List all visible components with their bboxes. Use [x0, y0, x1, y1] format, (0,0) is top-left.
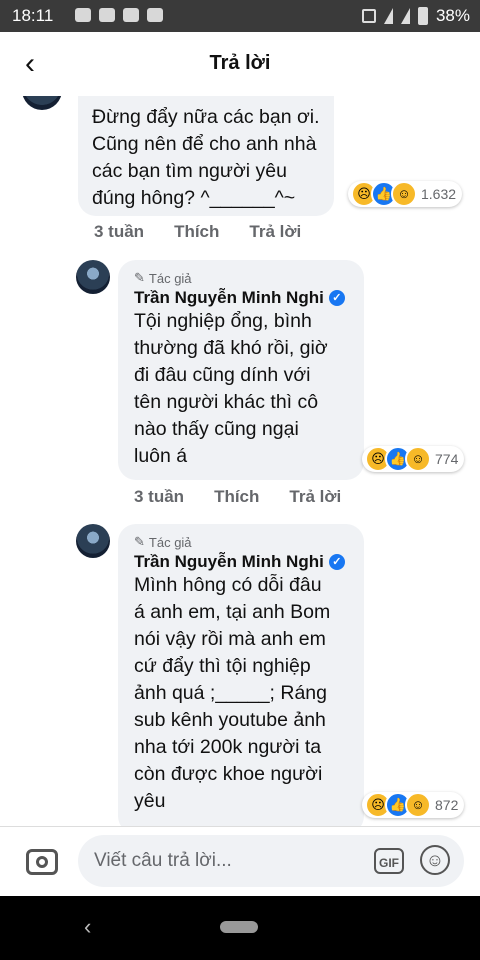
nav-back-icon[interactable]: ‹ — [84, 914, 91, 940]
author-tag: ✎ Tác giả — [134, 534, 348, 550]
author-name[interactable]: Trần Nguyễn Minh Nghi ✓ — [134, 288, 348, 308]
comment-line: Mình hông có dỗi đâu — [134, 574, 322, 596]
comment-line: đi đâu cũng dính với — [134, 364, 311, 386]
pencil-icon: ✎ — [134, 270, 145, 285]
status-bar: 18:11 38% — [0, 0, 480, 32]
author-tag-label: Tác giả — [148, 534, 192, 550]
vibrate-icon — [361, 9, 376, 23]
comment-thread[interactable]: Đừng đẩy nữa các bạn ơi. Cũng nên để cho… — [0, 96, 480, 826]
comment-line: thường đã khó rồi, giờ — [134, 337, 328, 359]
comment-line: luôn á — [134, 445, 188, 467]
author-name[interactable]: Trần Nguyễn Minh Nghi ✓ — [134, 552, 348, 572]
battery-icon — [417, 7, 428, 25]
comment-line: yêu — [134, 790, 166, 812]
author-name-text: Trần Nguyễn Minh Nghi — [134, 288, 324, 307]
comment-line: Cũng nên để cho anh nhà — [92, 133, 317, 155]
verified-icon: ✓ — [328, 290, 345, 306]
reaction-count: 1.632 — [421, 186, 457, 202]
status-time: 18:11 — [12, 6, 54, 25]
notification-icons — [75, 8, 163, 22]
comment-actions: 3 tuần Thích Trả lời — [134, 487, 371, 507]
reply-button[interactable]: Trả lời — [249, 222, 301, 242]
notification-icon — [123, 8, 139, 22]
haha-reaction-icon: ☺ — [405, 446, 431, 472]
comment-line: nói vậy rồi mà anh em — [134, 628, 326, 650]
gif-button[interactable]: GIF — [374, 848, 404, 874]
reaction-summary[interactable]: ☹ 👍 ☺ 872 — [362, 792, 465, 818]
comment-time: 3 tuần — [94, 222, 145, 241]
camera-icon[interactable] — [26, 849, 58, 875]
comment-bubble[interactable]: ✎ Tác giả Trần Nguyễn Minh Nghi ✓ Mình h… — [118, 524, 364, 826]
comment-line: đúng hông? ^______^~ — [92, 187, 296, 209]
nav-home-pill[interactable] — [220, 921, 258, 933]
like-button[interactable]: Thích — [174, 222, 219, 242]
reply-input-placeholder: Viết câu trả lời... — [94, 850, 232, 871]
comment-line: nha tới 200k người ta — [134, 736, 322, 758]
reaction-summary[interactable]: ☹ 👍 ☺ 1.632 — [348, 181, 463, 207]
like-button[interactable]: Thích — [214, 487, 259, 507]
avatar[interactable] — [76, 524, 110, 558]
reaction-count: 774 — [435, 451, 459, 467]
comment-line: cứ đẩy thì tội nghiệp — [134, 655, 311, 677]
comment-line: còn được khoe người — [134, 763, 323, 785]
avatar[interactable] — [22, 96, 62, 110]
pencil-icon: ✎ — [134, 534, 145, 549]
avatar[interactable] — [76, 260, 110, 294]
battery-level: 38% — [435, 6, 470, 25]
wifi-icon — [383, 8, 393, 24]
haha-reaction-icon: ☺ — [405, 792, 431, 818]
comment-time: 3 tuần — [134, 487, 185, 506]
author-name-text: Trần Nguyễn Minh Nghi — [134, 552, 324, 571]
comment-line: á anh em, tại anh Bom — [134, 601, 331, 623]
reaction-summary[interactable]: ☹ 👍 ☺ 774 — [362, 446, 465, 472]
reply-input[interactable]: Viết câu trả lời... GIF ☺ — [78, 835, 464, 887]
reaction-count: 872 — [435, 797, 459, 813]
page-title: Trả lời — [209, 52, 271, 74]
author-tag: ✎ Tác giả — [134, 270, 348, 286]
comment-line: Tội nghiệp ổng, bình — [134, 310, 312, 332]
comment-line: ảnh quá ;_____; Ráng — [134, 682, 328, 704]
comment-line: tên người khác thì cô — [134, 391, 319, 413]
comment-line: các bạn tìm người yêu — [92, 160, 287, 182]
notification-icon — [75, 8, 91, 22]
system-nav-bar: ‹ — [0, 896, 480, 960]
comment-line: nào thấy cũng ngại — [134, 418, 299, 440]
comment-bubble[interactable]: ✎ Tác giả Trần Nguyễn Minh Nghi ✓ Tội ng… — [118, 260, 364, 480]
haha-reaction-icon: ☺ — [391, 181, 417, 207]
comment-text: Tội nghiệp ổng, bình thường đã khó rồi, … — [134, 308, 348, 470]
reply-button[interactable]: Trả lời — [289, 487, 341, 507]
comment-line: sub kênh youtube ảnh — [134, 709, 326, 731]
notification-icon — [147, 8, 163, 22]
comment-text: Mình hông có dỗi đâu á anh em, tại anh B… — [134, 572, 348, 815]
comment-actions: 3 tuần Thích Trả lời — [94, 222, 331, 242]
status-indicators: 38% — [361, 6, 470, 26]
header: ‹ Trả lời — [0, 32, 480, 96]
notification-icon — [99, 8, 115, 22]
reply-composer: Viết câu trả lời... GIF ☺ — [0, 826, 480, 897]
comment-text: Đừng đẩy nữa các bạn ơi. Cũng nên để cho… — [92, 104, 320, 212]
comment-bubble[interactable]: Đừng đẩy nữa các bạn ơi. Cũng nên để cho… — [78, 96, 334, 216]
verified-icon: ✓ — [328, 554, 345, 570]
author-tag-label: Tác giả — [148, 270, 192, 286]
comment-line: Đừng đẩy nữa các bạn ơi. — [92, 106, 320, 128]
signal-icon — [400, 8, 410, 24]
emoji-icon[interactable]: ☺ — [420, 845, 450, 875]
